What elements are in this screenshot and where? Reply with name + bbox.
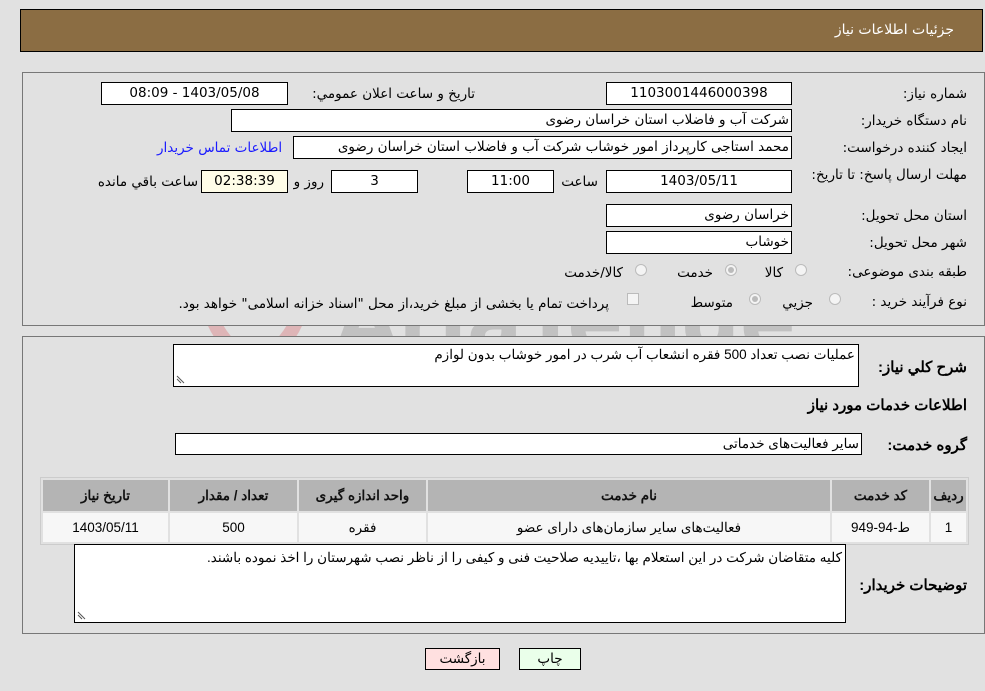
- delivery-province-field: خراسان رضوی: [606, 204, 792, 227]
- col-header-service-name: نام خدمت: [428, 480, 830, 511]
- purchase-type-option-minor: جزيي: [782, 295, 813, 311]
- services-section-title: اطلاعات خدمات مورد نیاز: [807, 397, 967, 414]
- deadline-time-field: 11:00: [467, 170, 554, 193]
- purchase-type-label: نوع فرآیند خرید :: [871, 294, 967, 310]
- buyer-notes-text: کلیه متقاضان شرکت در این استعلام بها ،تا…: [207, 550, 842, 565]
- category-option-goods-service: کالا/خدمت: [564, 265, 623, 281]
- cell-quantity: 500: [170, 513, 297, 542]
- col-header-service-code: کد خدمت: [832, 480, 929, 511]
- cell-row-number: 1: [931, 513, 966, 542]
- delivery-province-label: استان محل تحویل:: [861, 208, 967, 224]
- category-radio-goods[interactable]: [795, 264, 807, 276]
- buyer-notes-textarea[interactable]: کلیه متقاضان شرکت در این استعلام بها ،تا…: [74, 544, 846, 623]
- col-header-quantity: تعداد / مقدار: [170, 480, 297, 511]
- remaining-time-label: ساعت باقي مانده: [97, 174, 198, 190]
- page-header: جزئیات اطلاعات نیاز: [20, 9, 983, 52]
- print-button[interactable]: چاپ: [519, 648, 581, 670]
- resize-grip-icon[interactable]: [77, 611, 86, 620]
- need-number-field: 1103001446000398: [606, 82, 792, 105]
- buyer-notes-label: توضیحات خریدار:: [859, 577, 967, 594]
- purchase-type-radio-minor[interactable]: [829, 293, 841, 305]
- buyer-org-field: شرکت آب و فاضلاب استان خراسان رضوی: [231, 109, 792, 132]
- buyer-contact-link[interactable]: اطلاعات تماس خریدار: [157, 140, 282, 156]
- purchase-type-radio-medium[interactable]: [749, 293, 761, 305]
- category-option-goods: کالا: [764, 265, 783, 281]
- cell-unit: فقره: [299, 513, 426, 542]
- creator-label: ایجاد کننده درخواست:: [842, 140, 967, 156]
- category-option-service: خدمت: [677, 265, 713, 281]
- remaining-days-field: 3: [331, 170, 418, 193]
- category-label: طبقه بندی موضوعی:: [847, 264, 967, 280]
- need-number-label: شماره نیاز:: [902, 86, 967, 102]
- category-radio-service[interactable]: [725, 264, 737, 276]
- cell-service-code: ط-94-949: [832, 513, 929, 542]
- services-table: ردیف کد خدمت نام خدمت واحد اندازه گیری ت…: [40, 477, 969, 545]
- cell-need-date: 1403/05/11: [43, 513, 168, 542]
- col-header-need-date: تاریخ نیاز: [43, 480, 168, 511]
- resize-grip-icon[interactable]: [176, 375, 185, 384]
- service-group-label: گروه خدمت:: [887, 437, 967, 454]
- announce-datetime-field: 1403/05/08 - 08:09: [101, 82, 288, 105]
- days-label: روز و: [293, 174, 324, 190]
- summary-text: عملیات نصب تعداد 500 فقره انشعاب آب شرب …: [434, 347, 855, 362]
- deadline-time-label: ساعت: [561, 174, 598, 190]
- creator-field: محمد استاجی کارپرداز امور خوشاب شرکت آب …: [293, 136, 792, 159]
- delivery-city-label: شهر محل تحویل:: [869, 235, 967, 251]
- remaining-time-field: 02:38:39: [201, 170, 288, 193]
- summary-textarea[interactable]: عملیات نصب تعداد 500 فقره انشعاب آب شرب …: [173, 344, 859, 387]
- cell-service-name: فعالیت‌های سایر سازمان‌های دارای عضو: [428, 513, 830, 542]
- category-radio-goods-service[interactable]: [635, 264, 647, 276]
- page-title: جزئیات اطلاعات نیاز: [834, 22, 954, 38]
- buyer-org-label: نام دستگاه خريدار:: [860, 113, 967, 129]
- table-header-row: ردیف کد خدمت نام خدمت واحد اندازه گیری ت…: [43, 480, 966, 511]
- service-group-field: سایر فعالیت‌های خدماتی: [175, 433, 862, 455]
- delivery-city-field: خوشاب: [606, 231, 792, 254]
- announce-datetime-label: تاریخ و ساعت اعلان عمومي:: [312, 86, 475, 102]
- treasury-note: پرداخت تمام یا بخشی از مبلغ خرید،از محل …: [178, 296, 609, 312]
- summary-label: شرح كلي نياز:: [878, 359, 967, 376]
- treasury-checkbox[interactable]: [627, 293, 639, 305]
- col-header-row-number: ردیف: [931, 480, 966, 511]
- col-header-unit: واحد اندازه گیری: [299, 480, 426, 511]
- deadline-date-field: 1403/05/11: [606, 170, 792, 193]
- purchase-type-option-medium: متوسط: [690, 295, 733, 311]
- table-row: 1 ط-94-949 فعالیت‌های سایر سازمان‌های دا…: [43, 513, 966, 542]
- back-button[interactable]: بازگشت: [425, 648, 500, 670]
- deadline-label: مهلت ارسال پاسخ: تا تاریخ:: [811, 167, 967, 183]
